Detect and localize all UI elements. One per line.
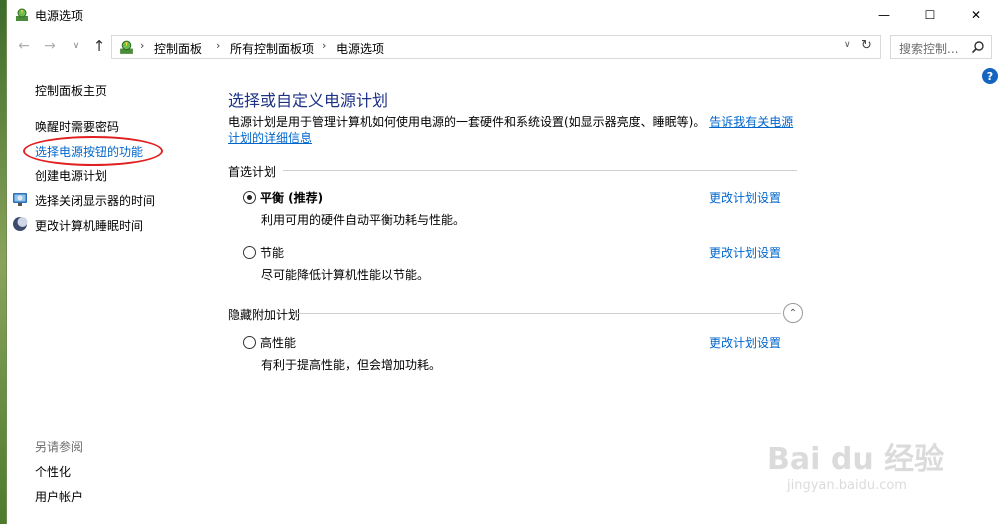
sidebar-home-link[interactable]: 控制面板主页 xyxy=(35,82,107,99)
plan-high-performance-name[interactable]: 高性能 xyxy=(260,334,296,351)
plan-balanced-radio[interactable] xyxy=(243,191,256,204)
hidden-plans-heading: 隐藏附加计划 xyxy=(228,308,301,322)
plan-balanced-desc: 利用可用的硬件自动平衡功耗与性能。 xyxy=(261,213,466,227)
breadcrumb-control-panel[interactable]: 控制面板 xyxy=(154,40,202,57)
help-icon[interactable]: ? xyxy=(982,68,998,84)
collapse-chevron-icon[interactable]: ⌃ xyxy=(783,303,803,323)
power-options-icon xyxy=(16,8,28,21)
address-bar[interactable]: › 控制面板 › 所有控制面板项 › 电源选项 ∨ ↻ xyxy=(111,35,881,59)
monitor-icon xyxy=(13,193,27,206)
sidebar-item-sleep-time[interactable]: 更改计算机睡眠时间 xyxy=(35,217,143,234)
plan-high-performance-desc: 有利于提高性能，但会增加功耗。 xyxy=(261,358,442,372)
preferred-plans-heading: 首选计划 xyxy=(228,165,277,179)
search-box[interactable]: 搜索控制... xyxy=(890,35,992,59)
plan-high-performance-radio[interactable] xyxy=(243,336,256,349)
maximize-button[interactable]: ☐ xyxy=(907,0,953,30)
plan-power-saver-radio[interactable] xyxy=(243,246,256,259)
plan-balanced-change-link[interactable]: 更改计划设置 xyxy=(709,189,781,206)
description-text: 电源计划是用于管理计算机如何使用电源的一套硬件和系统设置(如显示器亮度、睡眠等)… xyxy=(228,115,706,129)
moon-icon xyxy=(13,217,28,231)
control-panel-icon xyxy=(120,40,133,54)
plan-power-saver-desc: 尽可能降低计算机性能以节能。 xyxy=(261,268,430,282)
search-icon[interactable] xyxy=(971,40,985,54)
search-placeholder: 搜索控制... xyxy=(899,42,959,56)
close-button[interactable]: ✕ xyxy=(953,0,999,30)
control-panel-window: 电源选项 — ☐ ✕ ← → ∨ ↑ › 控制面板 › 所有控制面板项 › 电源… xyxy=(6,0,1000,524)
sidebar-item-display-off[interactable]: 选择关闭显示器的时间 xyxy=(35,192,155,209)
recent-locations-icon[interactable]: ∨ xyxy=(67,37,85,55)
page-title: 选择或自定义电源计划 xyxy=(228,91,389,110)
sidebar-item-wake-password[interactable]: 唤醒时需要密码 xyxy=(35,118,119,135)
breadcrumb-all-items[interactable]: 所有控制面板项 xyxy=(230,40,314,57)
window-title: 电源选项 xyxy=(35,9,84,23)
plan-high-performance-change-link[interactable]: 更改计划设置 xyxy=(709,334,781,351)
watermark-text: Bai du 经验 xyxy=(767,442,945,477)
page-description: 电源计划是用于管理计算机如何使用电源的一套硬件和系统设置(如显示器亮度、睡眠等)… xyxy=(228,114,800,146)
breadcrumb-separator-icon: › xyxy=(322,39,327,52)
forward-arrow-icon[interactable]: → xyxy=(41,37,59,55)
address-dropdown-icon[interactable]: ∨ xyxy=(844,40,851,50)
plan-power-saver-name[interactable]: 节能 xyxy=(260,244,284,261)
navigation-bar: ← → ∨ ↑ › 控制面板 › 所有控制面板项 › 电源选项 ∨ ↻ 搜索控制… xyxy=(7,32,1000,60)
breadcrumb-separator-icon: › xyxy=(216,39,221,52)
up-arrow-icon[interactable]: ↑ xyxy=(90,37,108,55)
sidebar-item-create-plan[interactable]: 创建电源计划 xyxy=(35,167,107,184)
see-also-heading: 另请参阅 xyxy=(35,440,84,454)
section-divider xyxy=(298,313,781,314)
minimize-button[interactable]: — xyxy=(861,0,907,30)
baidu-watermark: Bai du 经验 jingyan.baidu.com xyxy=(767,434,967,504)
watermark-url: jingyan.baidu.com xyxy=(787,478,907,493)
see-also-user-accounts[interactable]: 用户帐户 xyxy=(35,488,83,505)
back-arrow-icon[interactable]: ← xyxy=(15,37,33,55)
plan-power-saver-change-link[interactable]: 更改计划设置 xyxy=(709,244,781,261)
see-also-personalization[interactable]: 个性化 xyxy=(35,463,71,480)
breadcrumb-power-options[interactable]: 电源选项 xyxy=(336,40,384,57)
breadcrumb-separator-icon: › xyxy=(140,39,145,52)
refresh-icon[interactable]: ↻ xyxy=(861,38,872,53)
plan-balanced-name[interactable]: 平衡 (推荐) xyxy=(260,189,323,206)
sidebar-item-power-button[interactable]: 选择电源按钮的功能 xyxy=(35,143,143,160)
section-divider xyxy=(283,170,797,171)
title-bar: 电源选项 — ☐ ✕ xyxy=(7,0,1000,30)
